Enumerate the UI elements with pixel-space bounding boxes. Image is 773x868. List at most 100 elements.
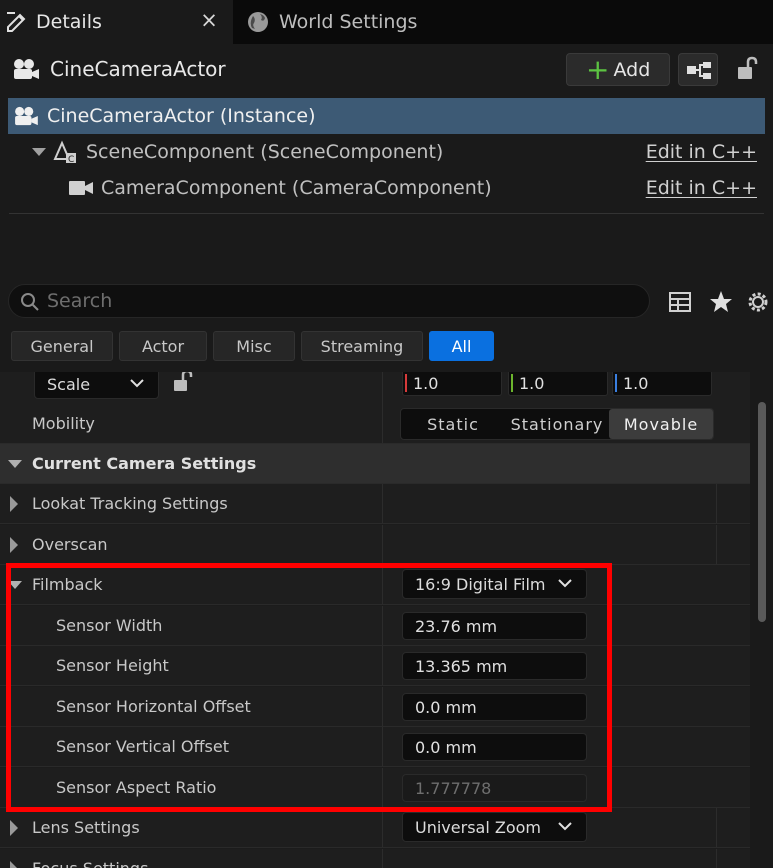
lens-settings-label: Lens Settings: [32, 818, 140, 837]
scroll-thumb[interactable]: [758, 402, 766, 622]
gear-icon[interactable]: [745, 289, 771, 315]
scale-z-field[interactable]: 1.0: [612, 372, 712, 396]
sensor-vertical-offset-label: Sensor Vertical Offset: [56, 737, 229, 756]
edit-in-cpp-link[interactable]: Edit in C++: [646, 141, 757, 163]
column-divider: [382, 646, 383, 685]
mobility-selector: Static Stationary Movable: [400, 408, 714, 440]
focus-settings-row[interactable]: Focus Settings: [0, 849, 750, 868]
camera-icon: [69, 181, 93, 195]
search-box[interactable]: [8, 284, 650, 318]
column-divider: [382, 565, 383, 604]
sensor-height-label: Sensor Height: [56, 656, 169, 675]
sensor-height-row: Sensor Height 13.365 mm: [0, 646, 750, 686]
overscan-row[interactable]: Overscan: [0, 525, 750, 565]
tree-item-scene-component-label: SceneComponent (SceneComponent): [86, 141, 444, 163]
scale-y-value: 1.0: [519, 374, 545, 393]
tab-details[interactable]: Details ×: [0, 0, 233, 44]
sensor-width-field[interactable]: 23.76 mm: [402, 612, 587, 640]
column-divider: [382, 372, 383, 405]
plus-icon: +: [586, 52, 610, 86]
overscan-label: Overscan: [32, 535, 108, 554]
tree-item-instance[interactable]: CineCameraActor (Instance): [8, 98, 765, 134]
lock-icon[interactable]: [734, 56, 760, 82]
tab-all[interactable]: All: [429, 331, 494, 361]
chevron-down-icon: [558, 579, 572, 588]
edit-in-cpp-link[interactable]: Edit in C++: [646, 177, 757, 199]
sensor-vertical-offset-field[interactable]: 0.0 mm: [402, 733, 587, 761]
camera-actor-icon: [15, 106, 38, 126]
collapse-arrow-icon[interactable]: [8, 581, 22, 589]
mobility-movable-option[interactable]: Movable: [609, 409, 713, 439]
sensor-horizontal-offset-label: Sensor Horizontal Offset: [56, 697, 251, 716]
add-button-label: Add: [613, 58, 651, 81]
scale-y-field[interactable]: 1.0: [508, 372, 608, 396]
column-divider: [382, 768, 383, 807]
tab-general[interactable]: General: [11, 331, 113, 361]
actor-name: CineCameraActor: [50, 57, 226, 81]
mobility-label: Mobility: [32, 414, 95, 433]
scrollbar[interactable]: [750, 372, 773, 868]
lens-preset-dropdown[interactable]: Universal Zoom: [402, 812, 587, 842]
table-view-icon[interactable]: [667, 289, 693, 315]
tab-actor[interactable]: Actor: [119, 331, 207, 361]
tab-streaming[interactable]: Streaming: [301, 331, 423, 361]
mobility-row: Mobility Static Stationary Movable: [0, 404, 750, 444]
expand-arrow-icon[interactable]: [32, 148, 46, 156]
properties-panel: Scale 1.0 1.0 1.0 Mobility Static Statio…: [0, 372, 750, 868]
filmback-preset-dropdown[interactable]: 16:9 Digital Film: [402, 569, 587, 599]
scale-x-field[interactable]: 1.0: [402, 372, 502, 396]
hierarchy-icon: [687, 62, 711, 79]
current-camera-settings-section[interactable]: Current Camera Settings: [0, 444, 750, 484]
sensor-aspect-ratio-row: Sensor Aspect Ratio 1.777778: [0, 768, 750, 808]
filmback-preset-label: 16:9 Digital Film: [415, 575, 546, 594]
sensor-height-field[interactable]: 13.365 mm: [402, 652, 587, 680]
component-tree: CineCameraActor (Instance) C SceneCompon…: [0, 94, 773, 272]
sensor-horizontal-offset-field[interactable]: 0.0 mm: [402, 693, 587, 721]
axis-x-marker: [405, 374, 407, 392]
expand-arrow-icon[interactable]: [10, 496, 18, 512]
scale-dropdown[interactable]: Scale: [34, 372, 159, 399]
column-divider: [716, 849, 717, 868]
expand-arrow-icon[interactable]: [10, 861, 18, 868]
expand-arrow-icon[interactable]: [10, 820, 18, 836]
sensor-aspect-ratio-field: 1.777778: [402, 774, 587, 802]
sensor-vertical-offset-row: Sensor Vertical Offset 0.0 mm: [0, 727, 750, 767]
lookat-tracking-label: Lookat Tracking Settings: [32, 494, 228, 513]
tree-item-scene-component[interactable]: C SceneComponent (SceneComponent) Edit i…: [8, 134, 765, 170]
lens-settings-row[interactable]: Lens Settings Universal Zoom: [0, 808, 750, 848]
search-icon: [21, 293, 39, 311]
chevron-down-icon: [558, 822, 572, 831]
sensor-width-label: Sensor Width: [56, 616, 163, 635]
section-title: Current Camera Settings: [32, 454, 257, 473]
sensor-horizontal-offset-row: Sensor Horizontal Offset 0.0 mm: [0, 687, 750, 727]
mobility-stationary-option[interactable]: Stationary: [505, 409, 609, 439]
lookat-tracking-row[interactable]: Lookat Tracking Settings: [0, 484, 750, 524]
scale-z-value: 1.0: [623, 374, 649, 393]
filmback-label: Filmback: [32, 575, 103, 594]
lock-icon[interactable]: [172, 372, 194, 394]
actor-header: CineCameraActor + Add: [0, 44, 773, 94]
column-divider: [382, 484, 383, 523]
blueprint-button[interactable]: [678, 53, 718, 86]
tab-world-settings[interactable]: World Settings: [244, 0, 464, 44]
column-divider: [382, 808, 383, 847]
add-component-button[interactable]: + Add: [566, 53, 670, 86]
tree-item-camera-component[interactable]: CameraComponent (CameraComponent) Edit i…: [8, 170, 765, 206]
expand-arrow-icon[interactable]: [10, 537, 18, 553]
collapse-arrow-icon[interactable]: [8, 460, 22, 468]
sensor-aspect-ratio-label: Sensor Aspect Ratio: [56, 778, 217, 797]
pencil-icon: [7, 12, 26, 32]
filmback-row[interactable]: Filmback 16:9 Digital Film: [0, 565, 750, 605]
sensor-width-row: Sensor Width 23.76 mm: [0, 606, 750, 646]
close-icon[interactable]: ×: [199, 8, 219, 32]
lens-preset-label: Universal Zoom: [415, 818, 541, 837]
search-area: General Actor Misc Streaming All: [0, 272, 773, 372]
scene-component-icon: C: [53, 140, 76, 165]
mobility-static-option[interactable]: Static: [401, 409, 505, 439]
tree-item-camera-component-label: CameraComponent (CameraComponent): [101, 177, 492, 199]
tab-misc[interactable]: Misc: [213, 331, 295, 361]
search-input[interactable]: [47, 289, 637, 313]
svg-text:C: C: [68, 155, 74, 165]
tree-divider: [9, 213, 764, 214]
star-icon[interactable]: [708, 289, 734, 315]
